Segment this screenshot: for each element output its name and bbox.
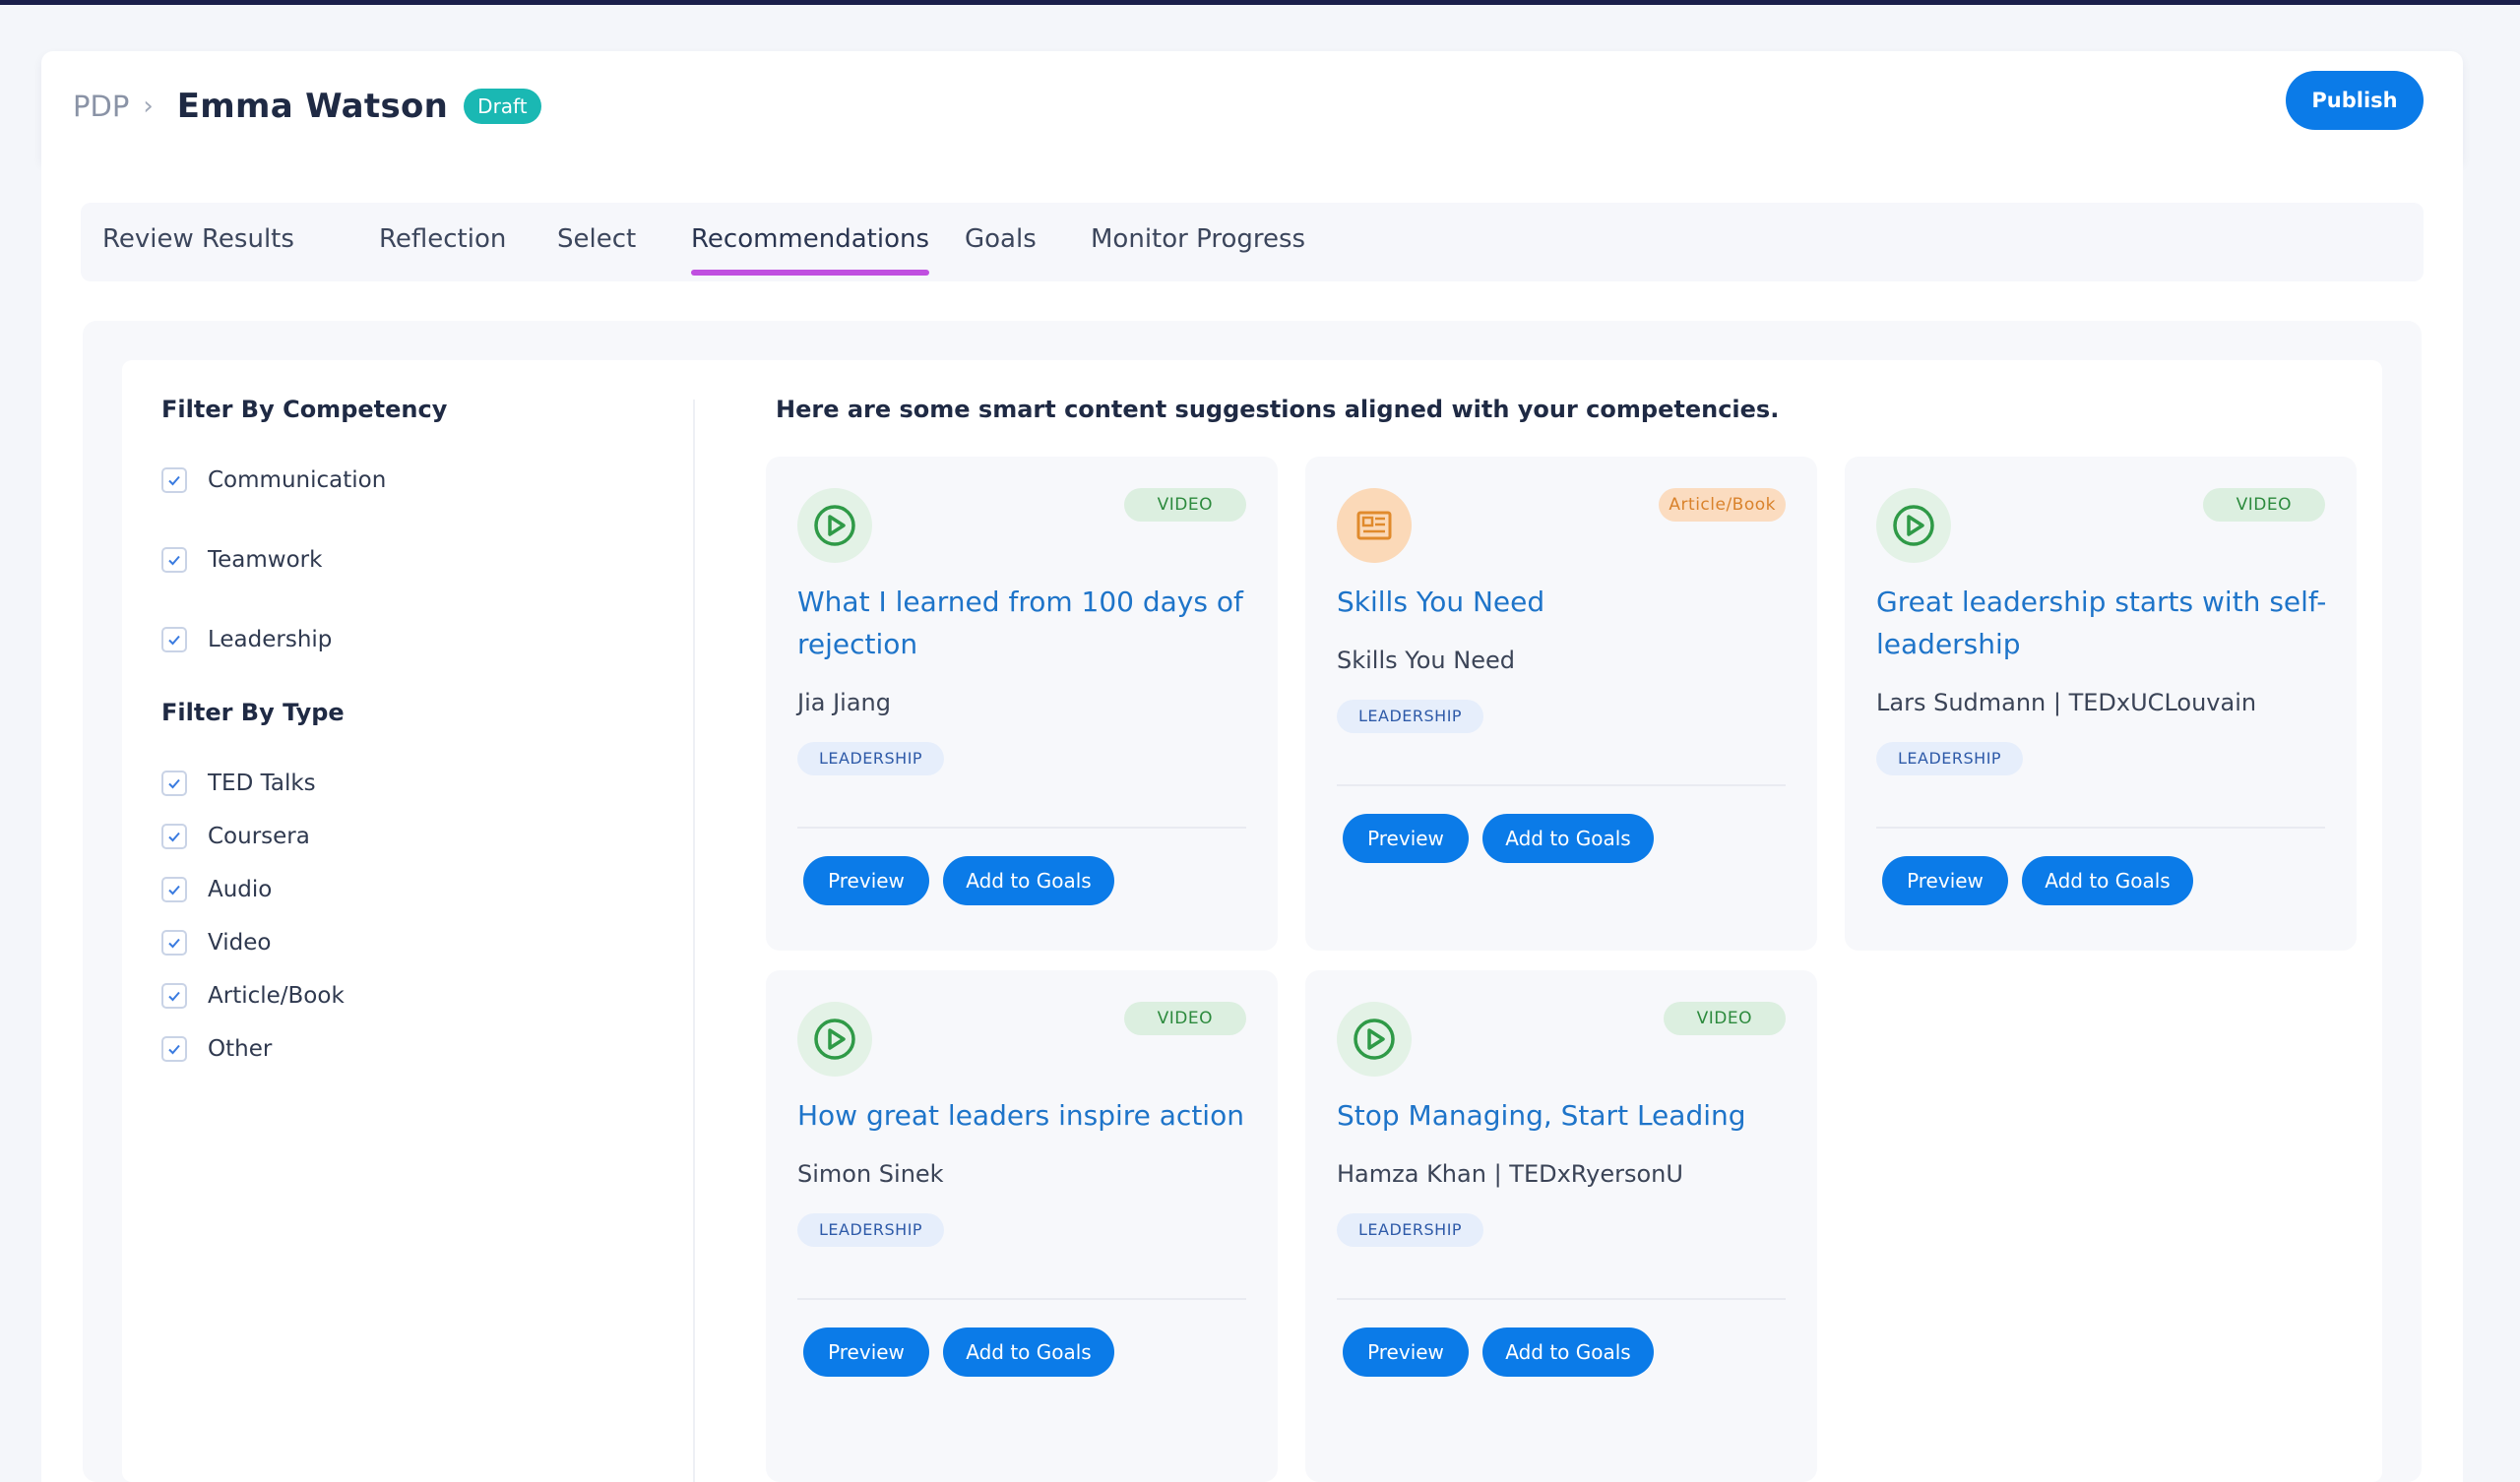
competency-filter-heading: Filter By Competency [161, 396, 448, 423]
filter-label: TED Talks [208, 771, 316, 796]
main-panel: Review Results Reflection Select Recomme… [41, 161, 2463, 1482]
competency-tag: LEADERSHIP [797, 742, 945, 775]
checkbox-checked-icon[interactable] [161, 627, 187, 652]
add-to-goals-button[interactable]: Add to Goals [943, 1328, 1114, 1377]
type-badge: VIDEO [1663, 1002, 1786, 1035]
card-title-link[interactable]: Stop Managing, Start Leading [1337, 1094, 1799, 1137]
checkbox-checked-icon[interactable] [161, 467, 187, 493]
tab-monitor-progress[interactable]: Monitor Progress [1091, 203, 1305, 281]
card-divider [1337, 1298, 1786, 1300]
filter-ted-talks[interactable]: TED Talks [161, 767, 316, 800]
content-panel: Filter By Competency Communication Teamw… [122, 360, 2382, 1482]
card-divider [1337, 784, 1786, 786]
add-to-goals-button[interactable]: Add to Goals [1482, 1328, 1654, 1377]
type-filter-heading: Filter By Type [161, 699, 345, 726]
type-badge: VIDEO [2202, 488, 2325, 522]
checkbox-checked-icon[interactable] [161, 983, 187, 1009]
suggestions-heading: Here are some smart content suggestions … [776, 396, 1780, 423]
content-card: Article/Book Skills You Need Skills You … [1305, 457, 1817, 951]
tab-select[interactable]: Select [557, 203, 636, 281]
preview-button[interactable]: Preview [1343, 1328, 1469, 1377]
checkbox-checked-icon[interactable] [161, 877, 187, 902]
add-to-goals-button[interactable]: Add to Goals [2022, 856, 2193, 905]
card-title-link[interactable]: Skills You Need [1337, 581, 1799, 623]
filter-video[interactable]: Video [161, 926, 271, 959]
tabs-bar: Review Results Reflection Select Recomme… [81, 203, 2424, 281]
card-author: Jia Jiang [797, 689, 891, 716]
preview-button[interactable]: Preview [803, 1328, 929, 1377]
filter-teamwork[interactable]: Teamwork [161, 543, 322, 577]
article-icon [1337, 488, 1412, 563]
play-circle-icon [1876, 488, 1951, 563]
preview-button[interactable]: Preview [1882, 856, 2008, 905]
play-circle-icon [1337, 1002, 1412, 1077]
filter-label: Video [208, 930, 272, 956]
preview-button[interactable]: Preview [803, 856, 929, 905]
card-title-link[interactable]: What I learned from 100 days of rejectio… [797, 581, 1260, 665]
page-title: Emma Watson [176, 87, 449, 126]
checkbox-checked-icon[interactable] [161, 930, 187, 956]
breadcrumb: PDP › Emma Watson Draft [73, 87, 541, 126]
filter-label: Leadership [208, 627, 333, 652]
filter-label: Coursera [208, 824, 310, 849]
tab-review-results[interactable]: Review Results [102, 203, 294, 281]
competency-tag: LEADERSHIP [1876, 742, 2024, 775]
page-header: PDP › Emma Watson Draft Publish [41, 51, 2463, 161]
filter-label: Audio [208, 877, 273, 902]
tab-recommendations[interactable]: Recommendations [691, 203, 930, 281]
content-card: VIDEO What I learned from 100 days of re… [766, 457, 1278, 951]
content-card: VIDEO Stop Managing, Start Leading Hamza… [1305, 970, 1817, 1482]
tab-reflection[interactable]: Reflection [379, 203, 506, 281]
column-divider [693, 400, 695, 1482]
filter-sidebar: Filter By Competency Communication Teamw… [122, 360, 693, 1482]
card-divider [797, 1298, 1246, 1300]
checkbox-checked-icon[interactable] [161, 1036, 187, 1062]
filter-other[interactable]: Other [161, 1032, 272, 1066]
filter-label: Article/Book [208, 983, 345, 1009]
filter-article-book[interactable]: Article/Book [161, 979, 345, 1013]
chevron-right-icon: › [143, 92, 154, 121]
add-to-goals-button[interactable]: Add to Goals [1482, 814, 1654, 863]
card-title-link[interactable]: Great leadership starts with self-leader… [1876, 581, 2339, 665]
filter-leadership[interactable]: Leadership [161, 623, 332, 656]
card-divider [797, 827, 1246, 829]
content-area: Filter By Competency Communication Teamw… [83, 321, 2422, 1482]
type-badge: VIDEO [1123, 488, 1246, 522]
filter-audio[interactable]: Audio [161, 873, 272, 906]
card-author: Hamza Khan | TEDxRyersonU [1337, 1160, 1683, 1188]
checkbox-checked-icon[interactable] [161, 547, 187, 573]
top-accent-bar [0, 0, 2520, 5]
competency-tag: LEADERSHIP [1337, 700, 1484, 733]
publish-button[interactable]: Publish [2286, 71, 2424, 130]
filter-coursera[interactable]: Coursera [161, 820, 310, 853]
content-card: VIDEO Great leadership starts with self-… [1845, 457, 2357, 951]
add-to-goals-button[interactable]: Add to Goals [943, 856, 1114, 905]
tab-goals[interactable]: Goals [965, 203, 1037, 281]
content-card: VIDEO How great leaders inspire action S… [766, 970, 1278, 1482]
status-badge: Draft [464, 89, 541, 124]
card-title-link[interactable]: How great leaders inspire action [797, 1094, 1260, 1137]
card-author: Simon Sinek [797, 1160, 944, 1188]
card-author: Lars Sudmann | TEDxUCLouvain [1876, 689, 2257, 716]
competency-tag: LEADERSHIP [1337, 1213, 1484, 1247]
filter-label: Teamwork [208, 547, 323, 573]
play-circle-icon [797, 1002, 872, 1077]
card-divider [1876, 827, 2325, 829]
type-badge: VIDEO [1123, 1002, 1246, 1035]
preview-button[interactable]: Preview [1343, 814, 1469, 863]
checkbox-checked-icon[interactable] [161, 824, 187, 849]
checkbox-checked-icon[interactable] [161, 771, 187, 796]
breadcrumb-root[interactable]: PDP [73, 90, 129, 123]
competency-tag: LEADERSHIP [797, 1213, 945, 1247]
filter-communication[interactable]: Communication [161, 463, 386, 497]
filter-label: Communication [208, 467, 387, 493]
card-author: Skills You Need [1337, 647, 1515, 674]
filter-label: Other [208, 1036, 273, 1062]
play-circle-icon [797, 488, 872, 563]
type-badge: Article/Book [1659, 488, 1786, 522]
